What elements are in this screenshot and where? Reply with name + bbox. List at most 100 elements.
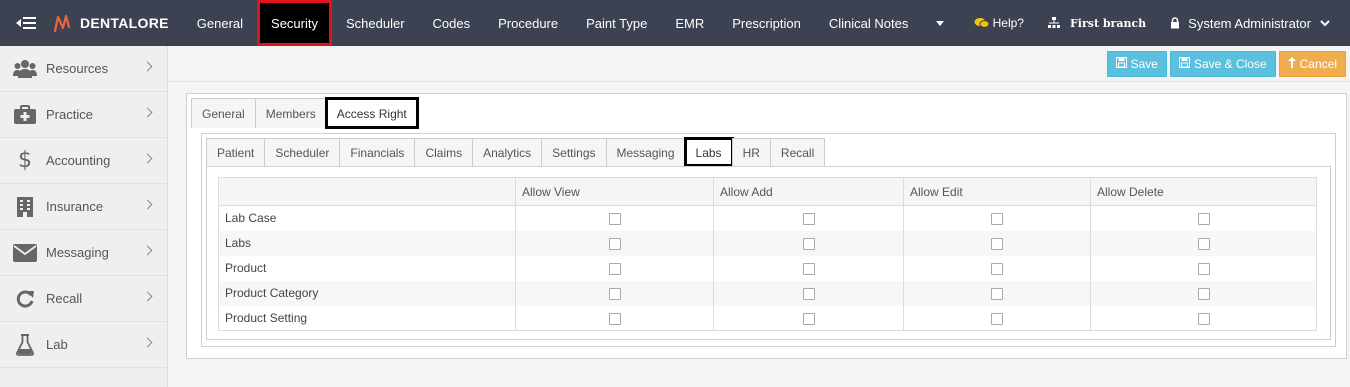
- nav-more-dropdown[interactable]: [936, 20, 945, 26]
- allow-edit-checkbox[interactable]: [991, 312, 1003, 325]
- nav-item-scheduler[interactable]: Scheduler: [332, 0, 419, 46]
- tab-members[interactable]: Members: [254, 98, 327, 128]
- column-header-allow-add: Allow Add: [713, 177, 904, 206]
- module-tab-hr[interactable]: HR: [731, 138, 771, 166]
- allow-add-checkbox[interactable]: [802, 213, 815, 226]
- nav-item-security[interactable]: Security: [257, 0, 332, 46]
- tab-general[interactable]: General: [191, 98, 256, 128]
- allow-view-checkbox[interactable]: [608, 312, 621, 325]
- row-label: Product Setting: [218, 305, 516, 331]
- permission-cell: [1090, 255, 1317, 281]
- branch-name: First branch: [1069, 16, 1147, 30]
- allow-edit-checkbox[interactable]: [991, 287, 1003, 300]
- allow-delete-checkbox[interactable]: [1197, 213, 1210, 226]
- table-row: Lab Case: [218, 205, 1317, 231]
- save-label: Save: [1130, 57, 1158, 71]
- module-tab-financials[interactable]: Financials: [339, 138, 416, 166]
- help-link[interactable]: Help?: [962, 16, 1036, 30]
- action-toolbar: Save Save & Close Cancel: [1106, 51, 1346, 77]
- chevron-right-icon: [142, 107, 153, 118]
- sidebar-item-accounting[interactable]: $ Accounting: [0, 138, 167, 184]
- chevron-right-icon: [142, 291, 153, 302]
- sidebar-item-label: Accounting: [46, 153, 111, 168]
- allow-add-checkbox[interactable]: [802, 262, 815, 275]
- allow-view-checkbox[interactable]: [608, 287, 621, 300]
- brand-logo-icon: [53, 14, 71, 33]
- chat-bubbles-icon: [974, 18, 990, 28]
- module-tab-patient[interactable]: Patient: [206, 138, 266, 166]
- branch-selector[interactable]: First branch: [1036, 17, 1158, 30]
- column-header-allow-edit: Allow Edit: [903, 177, 1091, 206]
- access-right-frame: Patient Scheduler Financials Claims Analytic…: [201, 133, 1336, 347]
- module-tab-scheduler[interactable]: Scheduler: [264, 138, 341, 166]
- nav-item-procedure[interactable]: Procedure: [484, 0, 572, 46]
- sidebar-item-label: Insurance: [46, 199, 104, 214]
- table-row: Product Setting: [218, 305, 1317, 331]
- module-tab-recall[interactable]: Recall: [769, 138, 826, 166]
- level-up-icon: [1287, 57, 1296, 71]
- cancel-button[interactable]: Cancel: [1278, 51, 1346, 77]
- allow-view-checkbox[interactable]: [608, 262, 621, 275]
- tab-access-right[interactable]: Access Right: [324, 97, 419, 129]
- permission-cell: [515, 205, 714, 231]
- module-tab-settings[interactable]: Settings: [541, 138, 607, 166]
- sidebar-item-lab[interactable]: Lab: [0, 322, 167, 368]
- permission-cell: [903, 255, 1091, 281]
- outer-tabs: General Members Access Right: [191, 97, 419, 129]
- content-divider: [168, 81, 1350, 82]
- module-tab-labs[interactable]: Labs: [683, 137, 734, 167]
- chevron-right-icon: [142, 245, 153, 256]
- nav-item-clinical-notes[interactable]: Clinical Notes: [815, 0, 922, 46]
- sidebar-item-messaging[interactable]: Messaging: [0, 230, 167, 276]
- sidebar: Resources Practice $ Accounting Insuranc…: [0, 46, 168, 387]
- permission-cell: [713, 255, 904, 281]
- sidebar-item-recall[interactable]: Recall: [0, 276, 167, 322]
- nav-item-emr[interactable]: EMR: [661, 0, 718, 46]
- allow-add-checkbox[interactable]: [802, 237, 815, 250]
- allow-edit-checkbox[interactable]: [991, 237, 1003, 250]
- lock-icon: [1171, 17, 1180, 29]
- chevron-down-icon: [1320, 20, 1330, 27]
- permission-cell: [713, 230, 904, 256]
- allow-edit-checkbox[interactable]: [991, 213, 1003, 226]
- row-label: Product: [218, 255, 516, 281]
- users-icon: [12, 56, 38, 82]
- nav-item-prescription[interactable]: Prescription: [718, 0, 815, 46]
- dollar-icon: $: [18, 148, 32, 173]
- allow-add-checkbox[interactable]: [802, 287, 815, 300]
- allow-delete-checkbox[interactable]: [1197, 237, 1210, 250]
- permission-cell: [713, 205, 904, 231]
- module-tab-claims[interactable]: Claims: [414, 138, 474, 166]
- security-group-panel: General Members Access Right Patient Schedu…: [186, 93, 1347, 359]
- building-icon: [12, 194, 38, 220]
- permission-cell: [903, 280, 1091, 306]
- sidebar-item-label: Recall: [46, 291, 83, 306]
- allow-view-checkbox[interactable]: [608, 237, 621, 250]
- allow-delete-checkbox[interactable]: [1197, 312, 1210, 325]
- permission-cell: [713, 305, 904, 331]
- sidebar-item-insurance[interactable]: Insurance: [0, 184, 167, 230]
- nav-item-paint-type[interactable]: Paint Type: [572, 0, 661, 46]
- save-close-button[interactable]: Save & Close: [1169, 51, 1276, 77]
- table-header-row: Allow View Allow Add Allow Edit Allow Delet…: [218, 177, 1317, 206]
- sidebar-item-practice[interactable]: Practice: [0, 92, 167, 138]
- sidebar-item-resources[interactable]: Resources: [0, 46, 167, 92]
- user-name: System Administrator: [1188, 15, 1311, 31]
- brand[interactable]: DENTALORE: [52, 0, 169, 46]
- allow-delete-checkbox[interactable]: [1197, 287, 1210, 300]
- user-menu[interactable]: System Administrator: [1158, 16, 1350, 31]
- allow-view-checkbox[interactable]: [608, 213, 621, 226]
- row-label: Lab Case: [218, 205, 516, 231]
- brand-name: DENTALORE: [80, 15, 169, 31]
- module-tab-analytics[interactable]: Analytics: [472, 138, 543, 166]
- module-tab-messaging[interactable]: Messaging: [605, 138, 686, 166]
- menu-toggle-button[interactable]: [0, 0, 52, 46]
- allow-add-checkbox[interactable]: [802, 312, 815, 325]
- allow-edit-checkbox[interactable]: [991, 262, 1003, 275]
- save-button[interactable]: Save: [1106, 51, 1167, 77]
- nav-item-codes[interactable]: Codes: [419, 0, 485, 46]
- permission-cell: [903, 230, 1091, 256]
- nav-item-general[interactable]: General: [183, 0, 257, 46]
- permission-cell: [1090, 305, 1317, 331]
- allow-delete-checkbox[interactable]: [1197, 262, 1210, 275]
